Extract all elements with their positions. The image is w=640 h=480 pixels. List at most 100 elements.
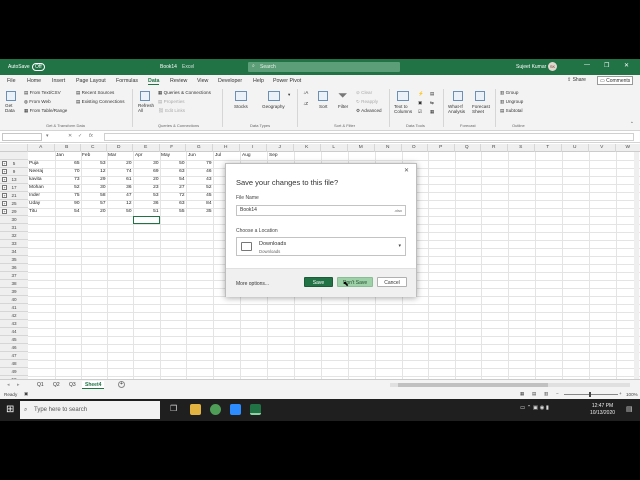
select-all-corner[interactable] (0, 144, 28, 152)
restore-icon[interactable]: ❐ (604, 62, 609, 69)
sheet-tab-q2[interactable]: Q2 (50, 381, 63, 389)
location-select[interactable]: Downloads Downloads ▾ (236, 237, 406, 256)
save-button[interactable]: Save (304, 277, 333, 287)
forecast-sheet-button[interactable]: Forecast Sheet (472, 104, 490, 114)
zoom-app-icon[interactable] (230, 404, 241, 415)
taskbar-clock[interactable]: 12:47 PM 10/13/2020 (590, 403, 615, 417)
sheet-tab-q1[interactable]: Q1 (34, 381, 47, 389)
row-header[interactable]: 49 (0, 368, 28, 376)
column-header-a[interactable]: A (28, 144, 55, 152)
horizontal-scrollbar[interactable] (390, 383, 630, 387)
column-header-n[interactable]: N (375, 144, 402, 152)
month-header-cell[interactable]: Sep (269, 152, 278, 160)
row-header[interactable]: 37 (0, 272, 28, 280)
month-header-cell[interactable]: Feb (82, 152, 90, 160)
value-cell[interactable]: 27 (159, 184, 186, 192)
tab-formulas[interactable]: Formulas (116, 78, 138, 84)
cancel-button[interactable]: Cancel (377, 277, 407, 287)
column-header-f[interactable]: F (159, 144, 186, 152)
column-header-m[interactable]: M (348, 144, 375, 152)
value-cell[interactable]: 70 (54, 168, 81, 176)
tab-view[interactable]: View (197, 78, 208, 84)
value-cell[interactable]: 55 (159, 208, 186, 216)
value-cell[interactable]: 72 (159, 192, 186, 200)
task-view-icon[interactable]: ❒ (170, 404, 177, 413)
sort-az-icon[interactable]: ↓A (303, 90, 308, 95)
value-cell[interactable]: 69 (133, 168, 160, 176)
column-header-t[interactable]: T (535, 144, 562, 152)
value-cell[interactable]: 61 (106, 176, 133, 184)
clear-button[interactable]: ⊘ Clear (356, 90, 372, 96)
edit-links-button[interactable]: ⛓ Edit Links (158, 108, 185, 114)
row-header[interactable]: 31 (0, 224, 28, 232)
row-header[interactable]: 43 (0, 320, 28, 328)
expand-group-icon[interactable]: + (2, 185, 7, 190)
vertical-scrollbar[interactable] (634, 152, 639, 379)
value-cell[interactable]: 36 (106, 184, 133, 192)
row-header[interactable]: 45 (0, 336, 28, 344)
value-cell[interactable]: 63 (159, 168, 186, 176)
column-header-c[interactable]: C (80, 144, 107, 152)
stocks-button[interactable]: Stocks (234, 104, 248, 109)
zoom-level[interactable]: 100% (626, 392, 638, 397)
data-validation-icon[interactable]: ☑ (418, 109, 422, 115)
zoom-slider-thumb[interactable] (589, 392, 591, 397)
macro-record-icon[interactable]: ▣ (24, 391, 28, 397)
tab-page-layout[interactable]: Page Layout (76, 78, 106, 84)
excel-taskbar-icon[interactable] (250, 404, 261, 415)
month-header-cell[interactable]: Mar (108, 152, 116, 160)
zoom-slider[interactable] (564, 394, 618, 395)
value-cell[interactable]: 58 (80, 192, 107, 200)
sheet-tab-sheet4[interactable]: Sheet4 (82, 381, 105, 389)
taskbar-search-input[interactable]: ⌕ Type here to search (20, 401, 160, 419)
value-cell[interactable]: 57 (80, 200, 107, 208)
normal-view-icon[interactable]: ▦ (520, 391, 524, 397)
row-header[interactable]: 36 (0, 264, 28, 272)
ungroup-button[interactable]: ▥ Ungroup (500, 99, 523, 105)
data-type-chevron-icon[interactable]: ▾ (288, 92, 290, 98)
expand-group-icon[interactable]: + (2, 177, 7, 182)
name-cell[interactable]: Uday (29, 200, 40, 208)
column-header-b[interactable]: B (54, 144, 81, 152)
column-header-h[interactable]: H (213, 144, 240, 152)
subtotal-button[interactable]: ▤ Subtotal (500, 108, 522, 114)
file-explorer-icon[interactable] (190, 404, 201, 415)
value-cell[interactable]: 52 (186, 184, 213, 192)
row-header[interactable]: 33 (0, 240, 28, 248)
name-box-dropdown-icon[interactable]: ▾ (46, 133, 49, 139)
row-header[interactable]: 35 (0, 256, 28, 264)
value-cell[interactable]: 90 (54, 200, 81, 208)
value-cell[interactable]: 47 (106, 192, 133, 200)
tab-insert[interactable]: Insert (52, 78, 65, 84)
sheet-tab-q3[interactable]: Q3 (66, 381, 79, 389)
value-cell[interactable]: 63 (159, 200, 186, 208)
row-header[interactable]: 42 (0, 312, 28, 320)
collapse-ribbon-icon[interactable]: ⌃ (630, 121, 634, 127)
tab-help[interactable]: Help (253, 78, 264, 84)
column-header-s[interactable]: S (508, 144, 535, 152)
tab-developer[interactable]: Developer (218, 78, 242, 84)
close-icon[interactable]: ✕ (624, 62, 629, 69)
value-cell[interactable]: 73 (54, 176, 81, 184)
value-cell[interactable]: 50 (159, 160, 186, 168)
value-cell[interactable]: 45 (186, 192, 213, 200)
cancel-formula-icon[interactable]: ✕ (68, 133, 72, 139)
system-tray-icons[interactable]: ▭ ⌃ ▣ ◉ ▮ (520, 405, 549, 411)
tab-file[interactable]: File (7, 78, 16, 84)
column-header-u[interactable]: U (562, 144, 589, 152)
remove-duplicates-icon[interactable]: ▣ (418, 100, 422, 106)
value-cell[interactable]: 30 (133, 160, 160, 168)
avatar[interactable]: SK (548, 62, 557, 71)
value-cell[interactable]: 51 (133, 208, 160, 216)
column-header-v[interactable]: V (589, 144, 616, 152)
column-header-i[interactable]: I (240, 144, 267, 152)
name-cell[interactable]: Neeraj (29, 168, 43, 176)
expand-group-icon[interactable]: + (2, 193, 7, 198)
more-options-link[interactable]: More options... (236, 281, 269, 287)
value-cell[interactable]: 36 (133, 200, 160, 208)
row-header[interactable]: 46 (0, 344, 28, 352)
row-header[interactable]: 48 (0, 360, 28, 368)
add-sheet-icon[interactable]: + (118, 381, 125, 388)
close-icon[interactable]: ✕ (404, 167, 409, 174)
prev-sheet-icon[interactable]: ◂ (4, 381, 13, 389)
